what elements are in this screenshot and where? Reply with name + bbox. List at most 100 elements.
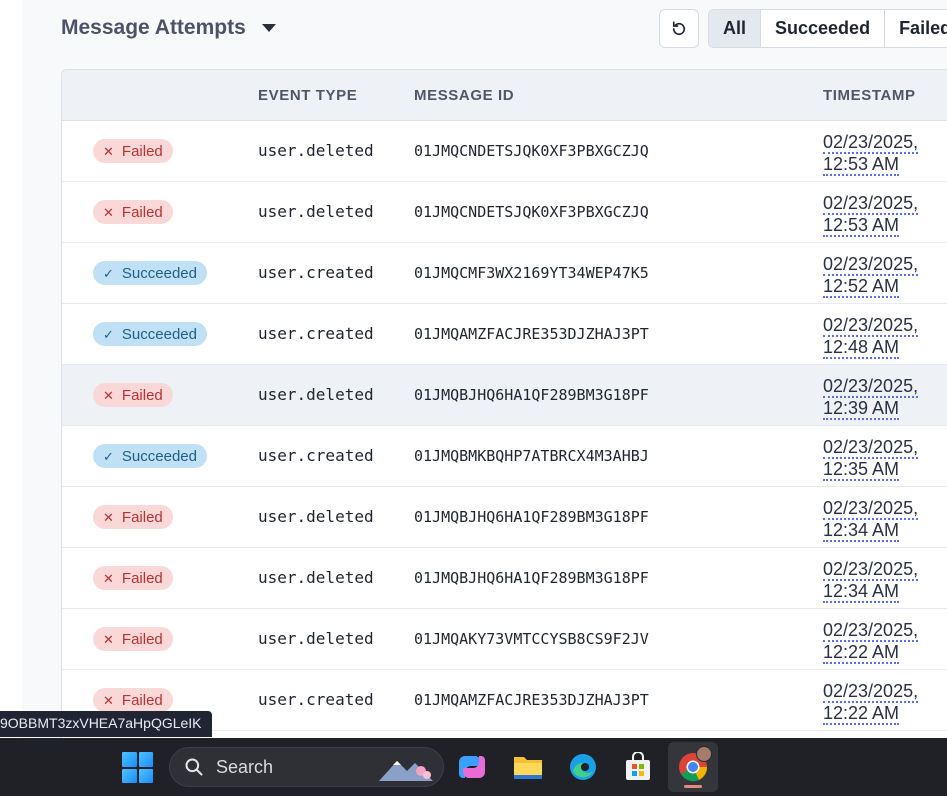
status-badge: ✓ Succeeded bbox=[93, 261, 207, 285]
event-type: user.deleted bbox=[258, 629, 374, 648]
table-row[interactable]: ✓ Succeeded user.created 01JMQBMKBQHP7ATBRC… bbox=[62, 426, 947, 487]
timestamp-date: 02/23/2025, bbox=[823, 376, 919, 398]
table-body: ✕ Failed user.deleted 01JMQCNDETSJQK0XF3PBX… bbox=[62, 121, 947, 731]
table-row[interactable]: ✕ Failed user.deleted 01JMQBJHQ6HA1QF289BM3… bbox=[62, 365, 947, 426]
message-id[interactable]: 01JMQBMKBQHP7ATBRCX4M3AHBJ bbox=[414, 447, 649, 465]
search-highlight-icon bbox=[379, 761, 433, 781]
message-id[interactable]: 01JMQCNDETSJQK0XF3PBXGCZJQ bbox=[414, 203, 649, 221]
timestamp-time: 12:22 AM bbox=[823, 703, 900, 725]
timestamp-date: 02/23/2025, bbox=[823, 498, 919, 520]
attempts-table: EVENT TYPE MESSAGE ID TIMESTAMP ✕ Failed u… bbox=[61, 69, 947, 738]
column-header-timestamp[interactable]: TIMESTAMP bbox=[823, 87, 916, 104]
chrome-icon[interactable] bbox=[668, 742, 718, 792]
message-id[interactable]: 01JMQBJHQ6HA1QF289BM3G18PF bbox=[414, 508, 649, 526]
timestamp[interactable]: 02/23/2025, 12:39 AM bbox=[823, 376, 947, 420]
left-margin bbox=[0, 0, 22, 738]
status-badge: ✓ Succeeded bbox=[93, 444, 207, 468]
table-header: EVENT TYPE MESSAGE ID TIMESTAMP bbox=[62, 70, 947, 121]
timestamp-date: 02/23/2025, bbox=[823, 681, 919, 703]
filter-failed-button[interactable]: Failed bbox=[885, 10, 947, 47]
timestamp-date: 02/23/2025, bbox=[823, 254, 919, 276]
x-icon: ✕ bbox=[103, 204, 114, 220]
message-id[interactable]: 01JMQBJHQ6HA1QF289BM3G18PF bbox=[414, 569, 649, 587]
timestamp[interactable]: 02/23/2025, 12:53 AM bbox=[823, 132, 947, 176]
message-id[interactable]: 01JMQAKY73VMTCCYSB8CS9F2JV bbox=[414, 630, 649, 648]
page-title-group: Message Attempts bbox=[61, 16, 276, 40]
table-row[interactable]: ✓ Succeeded user.created 01JMQAMZFACJRE353D… bbox=[62, 304, 947, 365]
status-badge: ✕ Failed bbox=[93, 688, 173, 712]
search-label: Search bbox=[216, 756, 274, 777]
x-icon: ✕ bbox=[103, 387, 114, 403]
timestamp-time: 12:35 AM bbox=[823, 459, 900, 481]
x-icon: ✕ bbox=[103, 570, 114, 586]
timestamp[interactable]: 02/23/2025, 12:22 AM bbox=[823, 620, 947, 664]
event-type: user.deleted bbox=[258, 385, 374, 404]
timestamp-time: 12:53 AM bbox=[823, 215, 900, 237]
filter-succeeded-button[interactable]: Succeeded bbox=[761, 10, 886, 47]
event-type: user.deleted bbox=[258, 202, 374, 221]
status-badge: ✕ Failed bbox=[93, 566, 173, 590]
table-row[interactable]: ✕ Failed user.deleted 01JMQCNDETSJQK0XF3PBX… bbox=[62, 182, 947, 243]
message-id[interactable]: 01JMQCMF3WX2169YT34WEP47K5 bbox=[414, 264, 649, 282]
refresh-icon bbox=[672, 20, 686, 35]
caret-down-icon[interactable] bbox=[261, 24, 276, 32]
timestamp-date: 02/23/2025, bbox=[823, 193, 919, 215]
event-type: user.created bbox=[258, 324, 374, 343]
timestamp[interactable]: 02/23/2025, 12:52 AM bbox=[823, 254, 947, 298]
copilot-icon[interactable] bbox=[455, 750, 489, 784]
status-badge: ✕ Failed bbox=[93, 200, 173, 224]
event-type: user.deleted bbox=[258, 507, 374, 526]
timestamp-date: 02/23/2025, bbox=[823, 559, 919, 581]
timestamp[interactable]: 02/23/2025, 12:35 AM bbox=[823, 437, 947, 481]
message-id[interactable]: 01JMQAMZFACJRE353DJZHAJ3PT bbox=[414, 325, 649, 343]
timestamp-time: 12:48 AM bbox=[823, 337, 900, 359]
status-badge: ✕ Failed bbox=[93, 383, 173, 407]
status-label: Failed bbox=[121, 142, 163, 160]
status-label: Failed bbox=[121, 203, 163, 221]
timestamp-time: 12:22 AM bbox=[823, 642, 900, 664]
status-badge: ✕ Failed bbox=[93, 505, 173, 529]
tooltip: 9OBBMT3zxVHEA7aHpQGLeIK bbox=[0, 711, 212, 737]
table-row[interactable]: ✕ Failed user.deleted 01JMQAKY73VMTCCYSB8CS… bbox=[62, 609, 947, 670]
status-label: Failed bbox=[121, 569, 163, 587]
column-header-event-type[interactable]: EVENT TYPE bbox=[258, 87, 357, 104]
check-icon: ✓ bbox=[103, 448, 114, 464]
timestamp[interactable]: 02/23/2025, 12:53 AM bbox=[823, 193, 947, 237]
check-icon: ✓ bbox=[103, 265, 114, 281]
status-label: Succeeded bbox=[121, 447, 197, 465]
message-id[interactable]: 01JMQAMZFACJRE353DJZHAJ3PT bbox=[414, 691, 649, 709]
message-id[interactable]: 01JMQBJHQ6HA1QF289BM3G18PF bbox=[414, 386, 649, 404]
windows-start-icon[interactable] bbox=[122, 752, 153, 783]
edge-icon[interactable] bbox=[566, 750, 600, 784]
table-row[interactable]: ✕ Failed user.deleted 01JMQBJHQ6HA1QF289BM3… bbox=[62, 548, 947, 609]
page-title: Message Attempts bbox=[61, 16, 246, 39]
table-row[interactable]: ✓ Succeeded user.created 01JMQCMF3WX2169YT3… bbox=[62, 243, 947, 304]
timestamp[interactable]: 02/23/2025, 12:34 AM bbox=[823, 498, 947, 542]
timestamp-date: 02/23/2025, bbox=[823, 315, 919, 337]
timestamp-time: 12:53 AM bbox=[823, 154, 900, 176]
event-type: user.created bbox=[258, 690, 374, 709]
event-type: user.deleted bbox=[258, 568, 374, 587]
taskbar-search[interactable]: Search bbox=[169, 747, 444, 787]
x-icon: ✕ bbox=[103, 631, 114, 647]
filter-all-button[interactable]: All bbox=[709, 10, 762, 47]
status-label: Failed bbox=[121, 508, 163, 526]
timestamp[interactable]: 02/23/2025, 12:22 AM bbox=[823, 681, 947, 725]
refresh-button[interactable] bbox=[659, 9, 699, 48]
status-label: Failed bbox=[121, 691, 163, 709]
column-header-message-id[interactable]: MESSAGE ID bbox=[414, 87, 514, 104]
message-id[interactable]: 01JMQCNDETSJQK0XF3PBXGCZJQ bbox=[414, 142, 649, 160]
x-icon: ✕ bbox=[103, 509, 114, 525]
timestamp[interactable]: 02/23/2025, 12:48 AM bbox=[823, 315, 947, 359]
event-type: user.deleted bbox=[258, 141, 374, 160]
microsoft-store-icon[interactable] bbox=[621, 750, 655, 784]
status-label: Succeeded bbox=[121, 325, 197, 343]
x-icon: ✕ bbox=[103, 692, 114, 708]
timestamp[interactable]: 02/23/2025, 12:34 AM bbox=[823, 559, 947, 603]
status-label: Failed bbox=[121, 386, 163, 404]
file-explorer-icon[interactable] bbox=[511, 750, 545, 784]
table-row[interactable]: ✕ Failed user.deleted 01JMQBJHQ6HA1QF289BM3… bbox=[62, 487, 947, 548]
timestamp-date: 02/23/2025, bbox=[823, 620, 919, 642]
main-content: Message Attempts All Succeeded Failed EV… bbox=[22, 0, 947, 738]
table-row[interactable]: ✕ Failed user.deleted 01JMQCNDETSJQK0XF3PBX… bbox=[62, 121, 947, 182]
